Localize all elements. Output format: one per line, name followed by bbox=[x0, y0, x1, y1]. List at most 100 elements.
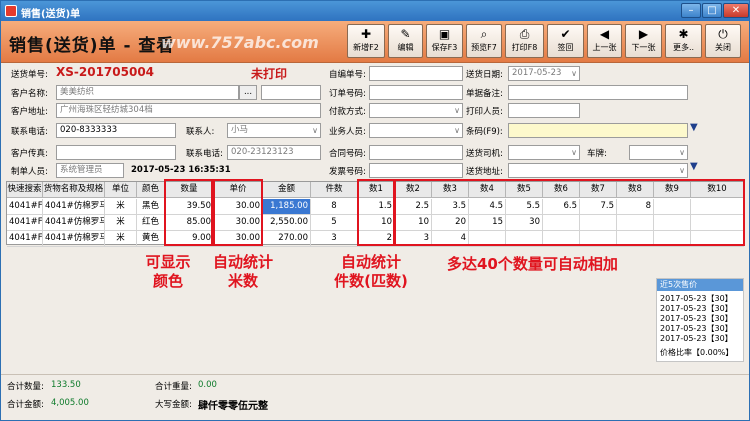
total-weight-label: 合计重量: bbox=[155, 382, 192, 392]
contract-input[interactable] bbox=[369, 145, 463, 160]
maximize-button[interactable]: □ bbox=[702, 3, 722, 18]
annotation-pieces: 自动统计 件数(匹数) bbox=[334, 253, 408, 290]
barcode-toggle-icon[interactable]: ▼ bbox=[690, 122, 698, 133]
table-cell[interactable]: 米 bbox=[105, 215, 137, 231]
column-header[interactable]: 金额 bbox=[263, 182, 311, 198]
customer-input[interactable]: 美美纺织 bbox=[56, 85, 239, 100]
customer-lookup-button[interactable]: ... bbox=[239, 85, 257, 100]
order-no-value: XS-201705004 bbox=[56, 65, 155, 79]
toolbar-button-label: 关闭 bbox=[715, 43, 731, 52]
prev-button[interactable]: ◀ 上一张 bbox=[587, 24, 622, 58]
barcode-input[interactable] bbox=[508, 123, 688, 138]
toolbar-button-label: 保存F3 bbox=[431, 43, 458, 52]
contract-label: 合同号码: bbox=[329, 149, 366, 159]
next-button[interactable]: ▶ 下一张 bbox=[625, 24, 662, 58]
table-cell[interactable]: 米 bbox=[105, 199, 137, 215]
column-header[interactable]: 单位 bbox=[105, 182, 137, 198]
totals-footer: 合计数量: 133.50 合计重量: 0.00 合计金额: 4,005.00 大… bbox=[1, 374, 749, 420]
column-header[interactable]: 颜色 bbox=[137, 182, 165, 198]
sales-label: 业务人员: bbox=[329, 127, 366, 137]
maker-input[interactable]: 系统管理员 bbox=[56, 163, 124, 178]
toolbar-button-label: 打印F8 bbox=[511, 43, 538, 52]
table-cell[interactable]: 4041#仿棉罗马拉毛 bbox=[43, 199, 105, 215]
toolbar-button-label: 上一张 bbox=[592, 43, 617, 52]
color-column-highlight bbox=[164, 179, 213, 246]
edit-button[interactable]: ✎ 编辑 bbox=[388, 24, 423, 58]
column-header[interactable]: 快速搜索 bbox=[7, 182, 43, 198]
save-button[interactable]: ▣ 保存F3 bbox=[426, 24, 463, 58]
phone2-input[interactable]: 020-23123123 bbox=[227, 145, 321, 160]
close-icon: ⏻ bbox=[718, 27, 728, 41]
contact-label: 联系人: bbox=[186, 127, 215, 137]
customer-label: 客户名称: bbox=[11, 89, 48, 99]
annotation-qty: 多达40个数量可自动相加 bbox=[447, 255, 618, 273]
table-cell[interactable]: 黑色 bbox=[137, 199, 165, 215]
remark-input[interactable] bbox=[508, 85, 688, 100]
toolbar-button-label: 编辑 bbox=[397, 43, 414, 52]
total-qty-value: 133.50 bbox=[51, 380, 81, 390]
table-cell[interactable]: 8 bbox=[311, 199, 358, 215]
capital-amount-label: 大写金额: bbox=[155, 400, 192, 410]
prev-icon: ◀ bbox=[599, 27, 610, 41]
total-qty-label: 合计数量: bbox=[7, 382, 44, 392]
add-button[interactable]: ✚ 新增F2 bbox=[347, 24, 385, 58]
toolbar-button-label: 预览F7 bbox=[471, 43, 497, 52]
print-button[interactable]: ⎙ 打印F8 bbox=[505, 24, 544, 58]
annotation-meters: 自动统计 米数 bbox=[212, 253, 273, 290]
add-icon: ✚ bbox=[360, 27, 372, 41]
total-weight-value: 0.00 bbox=[198, 380, 217, 390]
total-amount-label: 合计金额: bbox=[7, 400, 44, 410]
sign-back-button[interactable]: ✔ 签回 bbox=[547, 24, 584, 58]
table-cell[interactable]: 4041#FM bbox=[7, 215, 43, 231]
form-header: 销售(送货)单 - 查看 www.757abc.com ✚ 新增F2 ✎ 编辑 ▣ 保存F… bbox=[1, 21, 749, 63]
table-cell[interactable]: 1,185.00 bbox=[263, 199, 311, 215]
plate-select[interactable] bbox=[629, 145, 688, 160]
more-button[interactable]: ✱ 更多.. bbox=[665, 24, 702, 58]
ship-address-select[interactable] bbox=[508, 163, 688, 178]
column-header[interactable]: 件数 bbox=[311, 182, 358, 198]
sign-back-icon: ✔ bbox=[560, 27, 571, 41]
sales-select[interactable] bbox=[369, 123, 463, 138]
invoice-input[interactable] bbox=[369, 163, 463, 178]
table-cell[interactable]: 红色 bbox=[137, 215, 165, 231]
contact-select[interactable]: 小马 bbox=[227, 123, 321, 138]
close-button[interactable]: ⏻ 关闭 bbox=[705, 24, 741, 58]
ship-address-toggle-icon[interactable]: ▼ bbox=[690, 161, 698, 172]
minimize-button[interactable]: – bbox=[681, 3, 701, 18]
order-code-label: 订单号码: bbox=[329, 89, 366, 99]
order-code-input[interactable] bbox=[369, 85, 463, 100]
total-amount-value: 4,005.00 bbox=[51, 398, 89, 408]
column-header[interactable]: 货物名称及规格 bbox=[43, 182, 105, 198]
address-input[interactable]: 广州海珠区轻纺城304档 bbox=[56, 103, 321, 118]
table-cell[interactable]: 2,550.00 bbox=[263, 215, 311, 231]
table-cell[interactable]: 4041#仿棉罗马拉毛 bbox=[43, 215, 105, 231]
capital-amount-value: 肆仟零零伍元整 bbox=[198, 401, 268, 412]
table-cell[interactable]: 5 bbox=[311, 215, 358, 231]
phone2-label: 联系电话: bbox=[186, 149, 223, 159]
edit-icon: ✎ bbox=[400, 27, 411, 41]
fax-label: 客户传真: bbox=[11, 149, 48, 159]
preview-icon: ⌕ bbox=[480, 27, 488, 41]
preview-button[interactable]: ⌕ 预览F7 bbox=[466, 24, 502, 58]
table-cell[interactable]: 4041#FM bbox=[7, 231, 43, 247]
sales-order-window: 销售(送货)单 – □ ✕ 销售(送货)单 - 查看 www.757abc.co… bbox=[0, 0, 750, 421]
order-no-label: 送货单号: bbox=[11, 70, 48, 80]
window-close-button[interactable]: ✕ bbox=[723, 3, 749, 18]
table-cell[interactable]: 米 bbox=[105, 231, 137, 247]
printer-input[interactable] bbox=[508, 103, 580, 118]
table-cell[interactable]: 4041#FM bbox=[7, 199, 43, 215]
driver-select[interactable] bbox=[508, 145, 580, 160]
customer-extra-input[interactable] bbox=[261, 85, 321, 100]
recent-price-row: 2017-05-23【30】 bbox=[660, 334, 733, 343]
table-cell[interactable]: 270.00 bbox=[263, 231, 311, 247]
recent-prices-title: 近5次售价 bbox=[657, 279, 743, 291]
table-cell[interactable]: 黄色 bbox=[137, 231, 165, 247]
title-bar: 销售(送货)单 – □ ✕ bbox=[1, 1, 749, 21]
self-no-input[interactable] bbox=[369, 66, 463, 81]
table-cell[interactable]: 4041#仿棉罗马拉毛 bbox=[43, 231, 105, 247]
fax-input[interactable] bbox=[56, 145, 176, 160]
table-cell[interactable]: 3 bbox=[311, 231, 358, 247]
phone-input[interactable]: 020-8333333 bbox=[56, 123, 176, 138]
pay-select[interactable] bbox=[369, 103, 463, 118]
date-picker[interactable]: 2017-05-23 bbox=[508, 66, 580, 81]
